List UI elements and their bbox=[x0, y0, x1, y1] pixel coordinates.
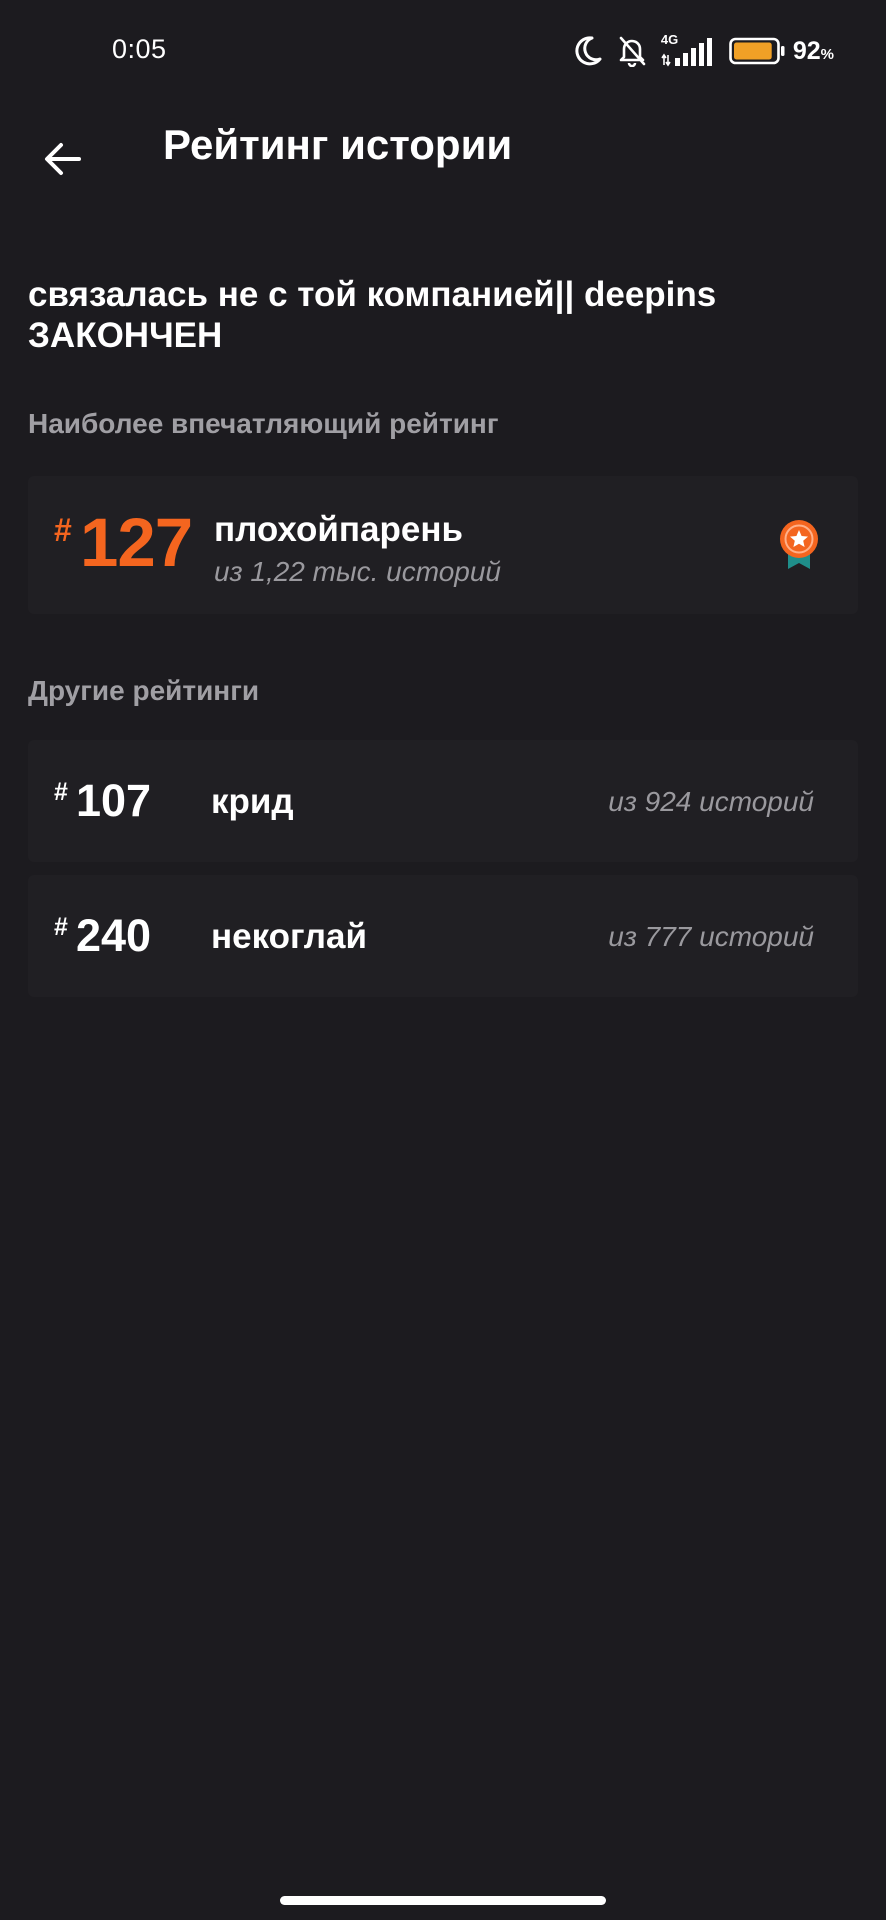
rank-hash: # bbox=[54, 778, 68, 806]
medal-icon bbox=[780, 520, 818, 569]
rank-number: 240 bbox=[76, 910, 152, 961]
signal-icon: 4G bbox=[661, 32, 715, 68]
bell-off-icon bbox=[619, 36, 646, 67]
battery-icon bbox=[729, 37, 785, 65]
status-icons: 4G 92% bbox=[573, 30, 834, 72]
home-indicator[interactable] bbox=[280, 1896, 606, 1905]
battery-percent: 92% bbox=[792, 36, 834, 65]
arrow-left-icon bbox=[45, 143, 81, 175]
ranking-card[interactable]: # 240 некоглай из 777 историй bbox=[28, 875, 858, 997]
page-title: Рейтинг истории bbox=[163, 121, 513, 168]
ranking-tag: некоглай bbox=[211, 917, 367, 956]
rank-number: 107 bbox=[76, 775, 152, 826]
best-ranking-card[interactable]: # 127 плохойпарень из 1,22 тыс. историй bbox=[28, 476, 858, 614]
ranking-card[interactable]: # 107 крид из 924 историй bbox=[28, 740, 858, 862]
ranking-subtitle: из 777 историй bbox=[608, 921, 814, 952]
story-title-line-1: связалась не с той компанией|| deepins bbox=[28, 275, 717, 314]
back-button[interactable] bbox=[28, 124, 98, 194]
section-label-other-rankings: Другие рейтинги bbox=[28, 675, 260, 706]
ranking-subtitle: из 1,22 тыс. историй bbox=[214, 556, 501, 587]
ranking-tag: плохойпарень bbox=[214, 510, 464, 549]
story-title-line-2: ЗАКОНЧЕН bbox=[28, 316, 223, 355]
rank-hash: # bbox=[54, 913, 68, 941]
app-bar: Рейтинг истории bbox=[0, 100, 886, 218]
rank-hash: # bbox=[54, 512, 72, 548]
rank-number: 127 bbox=[80, 504, 193, 581]
status-time: 0:05 bbox=[112, 34, 167, 64]
status-bar: 0:05 4G 92% bbox=[0, 0, 886, 100]
moon-icon bbox=[575, 36, 602, 66]
ranking-subtitle: из 924 историй bbox=[608, 786, 814, 817]
section-label-best-ranking: Наиболее впечатляющий рейтинг bbox=[28, 408, 499, 439]
ranking-tag: крид bbox=[211, 782, 294, 821]
story-title: связалась не с той компанией|| deepins З… bbox=[28, 274, 858, 356]
